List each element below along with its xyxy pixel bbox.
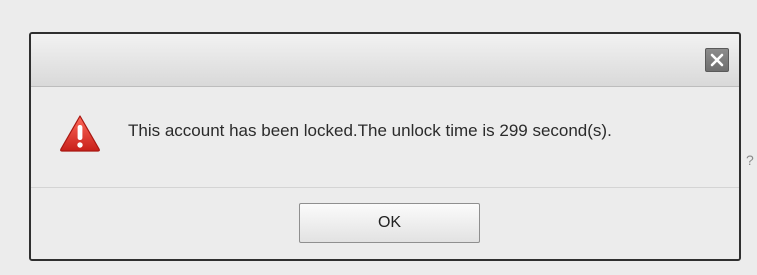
ok-button[interactable]: OK [299,203,480,243]
background-partial-text: ? [746,152,754,168]
dialog-titlebar [31,34,739,87]
dialog-footer: OK [31,187,739,259]
close-icon [710,53,724,67]
alert-dialog: This account has been locked.The unlock … [29,32,741,261]
warning-triangle-icon [60,115,100,152]
close-button[interactable] [705,48,729,72]
dialog-message: This account has been locked.The unlock … [128,121,612,140]
dialog-message-area: This account has been locked.The unlock … [31,87,739,187]
